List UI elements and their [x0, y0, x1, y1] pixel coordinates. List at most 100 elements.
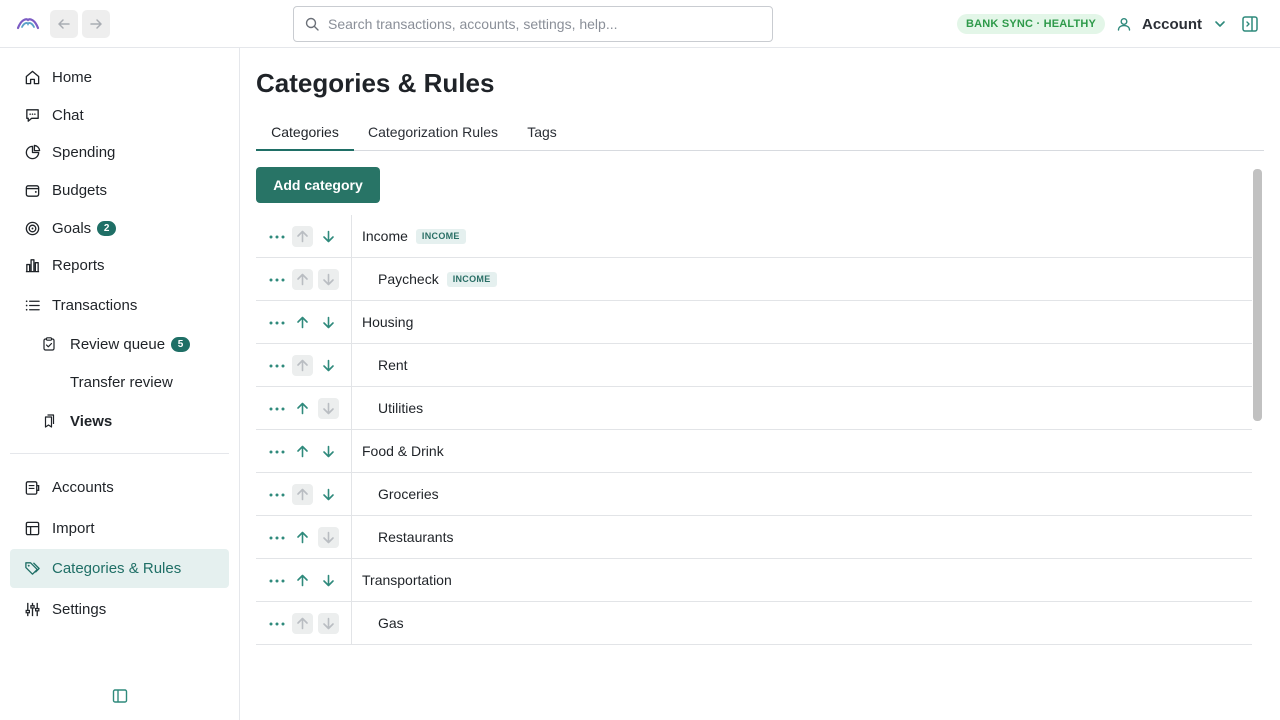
tab-bar: Categories Categorization Rules Tags [256, 113, 1264, 151]
category-name-cell[interactable]: Utilities [378, 387, 423, 430]
category-name-cell[interactable]: Groceries [378, 473, 439, 516]
app-logo-icon[interactable] [16, 12, 40, 36]
arrow-down-icon [323, 488, 334, 501]
category-name-cell[interactable]: Paycheck INCOME [378, 258, 497, 301]
more-options-icon[interactable] [268, 314, 286, 332]
move-down-button[interactable] [318, 355, 339, 376]
move-up-button[interactable] [292, 527, 313, 548]
category-row[interactable]: Paycheck INCOME [256, 258, 1252, 301]
category-row[interactable]: Groceries [256, 473, 1252, 516]
more-options-icon[interactable] [268, 228, 286, 246]
sidebar-item-transactions[interactable]: Transactions [10, 286, 229, 324]
review-queue-count-badge: 5 [171, 336, 191, 352]
sidebar-item-home[interactable]: Home [10, 58, 229, 96]
more-options-icon[interactable] [268, 271, 286, 289]
sidebar-item-goals[interactable]: Goals 2 [10, 209, 229, 247]
more-options-icon[interactable] [268, 572, 286, 590]
sidebar-item-budgets[interactable]: Budgets [10, 171, 229, 209]
category-row[interactable]: Utilities [256, 387, 1252, 430]
search-box[interactable] [293, 6, 773, 42]
move-down-button[interactable] [318, 398, 339, 419]
category-row[interactable]: Gas [256, 602, 1252, 645]
move-up-button[interactable] [292, 441, 313, 462]
category-name-cell[interactable]: Rent [378, 344, 408, 387]
category-row[interactable]: Transportation [256, 559, 1252, 602]
arrow-up-icon [297, 488, 308, 501]
sidebar-item-chat[interactable]: Chat [10, 96, 229, 134]
tab-categories[interactable]: Categories [256, 113, 354, 151]
move-up-button[interactable] [292, 398, 313, 419]
collapse-sidebar-icon[interactable] [112, 688, 128, 704]
sidebar-item-reports[interactable]: Reports [10, 246, 229, 284]
arrow-up-icon [297, 230, 308, 243]
move-down-button[interactable] [318, 484, 339, 505]
tab-categorization-rules[interactable]: Categorization Rules [362, 113, 504, 151]
more-options-icon[interactable] [268, 486, 286, 504]
sidebar-item-categories-rules[interactable]: Categories & Rules [10, 549, 229, 588]
move-down-button[interactable] [318, 269, 339, 290]
row-controls [256, 344, 352, 387]
sidebar-item-label: Budgets [52, 181, 108, 199]
row-controls [256, 387, 352, 430]
scrollbar-thumb[interactable] [1253, 169, 1262, 421]
sidebar-item-import[interactable]: Import [10, 509, 229, 547]
category-name-cell[interactable]: Housing [362, 301, 413, 344]
move-down-button[interactable] [318, 570, 339, 591]
bar-chart-icon [23, 256, 41, 274]
arrow-up-icon [297, 273, 308, 286]
category-name-cell[interactable]: Income INCOME [362, 215, 466, 258]
sidebar-item-label: Accounts [52, 478, 114, 496]
category-name-cell[interactable]: Gas [378, 602, 404, 645]
goals-count-badge: 2 [97, 220, 117, 236]
row-controls [256, 516, 352, 559]
move-down-button[interactable] [318, 613, 339, 634]
bank-sync-status-badge[interactable]: BANK SYNC · HEALTHY [957, 14, 1106, 34]
search-input[interactable] [328, 16, 748, 32]
main-content: Categories & Rules Categories Categoriza… [240, 48, 1280, 720]
sidebar-item-settings[interactable]: Settings [10, 590, 229, 628]
arrow-down-icon [323, 316, 334, 329]
move-up-button[interactable] [292, 355, 313, 376]
move-down-button[interactable] [318, 441, 339, 462]
category-name: Gas [378, 615, 404, 631]
forward-button[interactable] [82, 10, 110, 38]
sidebar: Home Chat Spending Budgets Goals 2 Repor… [0, 48, 240, 720]
add-category-button[interactable]: Add category [256, 167, 380, 203]
category-name-cell[interactable]: Transportation [362, 559, 452, 602]
move-up-button[interactable] [292, 269, 313, 290]
sidebar-item-review-queue[interactable]: Review queue 5 [10, 325, 229, 363]
more-options-icon[interactable] [268, 357, 286, 375]
move-up-button[interactable] [292, 312, 313, 333]
category-row[interactable]: Housing [256, 301, 1252, 344]
category-name-cell[interactable]: Food & Drink [362, 430, 444, 473]
chevron-down-icon [1215, 21, 1225, 27]
move-up-button[interactable] [292, 613, 313, 634]
sidebar-item-accounts[interactable]: Accounts [10, 468, 229, 506]
move-down-button[interactable] [318, 527, 339, 548]
tab-tags[interactable]: Tags [516, 113, 568, 151]
more-options-icon[interactable] [268, 615, 286, 633]
more-options-icon[interactable] [268, 400, 286, 418]
category-row[interactable]: Restaurants [256, 516, 1252, 559]
arrow-down-icon [323, 359, 334, 372]
category-row[interactable]: Food & Drink [256, 430, 1252, 473]
move-up-button[interactable] [292, 570, 313, 591]
sidebar-item-views[interactable]: Views [10, 402, 229, 440]
more-options-icon[interactable] [268, 443, 286, 461]
row-controls [256, 258, 352, 301]
move-down-button[interactable] [318, 312, 339, 333]
move-down-button[interactable] [318, 226, 339, 247]
sidebar-item-spending[interactable]: Spending [10, 133, 229, 171]
category-row[interactable]: Rent [256, 344, 1252, 387]
account-menu[interactable]: Account [1116, 13, 1228, 35]
category-row[interactable]: Income INCOME [256, 215, 1252, 258]
back-button[interactable] [50, 10, 78, 38]
account-label: Account [1142, 15, 1202, 33]
side-panel-toggle-icon[interactable] [1241, 15, 1259, 33]
move-up-button[interactable] [292, 226, 313, 247]
sidebar-item-transfer-review[interactable]: Transfer review [10, 363, 229, 401]
move-up-button[interactable] [292, 484, 313, 505]
more-options-icon[interactable] [268, 529, 286, 547]
category-name-cell[interactable]: Restaurants [378, 516, 453, 559]
row-controls [256, 430, 352, 473]
